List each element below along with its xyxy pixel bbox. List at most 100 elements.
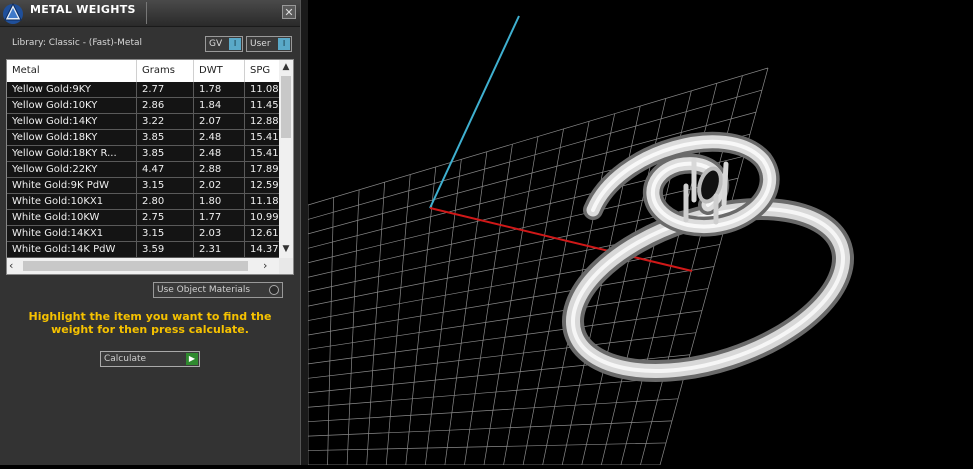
user-toggle[interactable]: User I xyxy=(246,36,292,52)
grid-line xyxy=(503,128,564,466)
close-icon[interactable]: ✕ xyxy=(282,5,296,19)
cell-grams: 3.85 xyxy=(137,130,194,145)
use-object-materials-option[interactable]: Use Object Materials xyxy=(153,282,283,298)
gv-toggle-label: GV xyxy=(209,39,223,49)
vertical-scrollbar[interactable]: ▲ ▼ xyxy=(279,60,293,258)
cell-spg: 15.41 xyxy=(250,132,279,143)
table-row[interactable]: White Gold:14KX1 3.15 2.03 12.61 xyxy=(7,226,279,242)
cell-metal: Yellow Gold:9KY xyxy=(7,82,137,97)
cell-metal: Yellow Gold:18KY R... xyxy=(7,146,137,161)
vertical-scroll-thumb[interactable] xyxy=(281,76,291,138)
cell-dwt: 2.03 xyxy=(194,226,245,241)
cell-grams: 3.15 xyxy=(137,226,194,241)
calculate-button[interactable]: Calculate ▶ xyxy=(100,351,200,367)
column-header-spg[interactable]: SPG xyxy=(245,60,279,82)
cell-dwt: 2.48 xyxy=(194,146,245,161)
grid-line xyxy=(307,420,673,437)
cell-dwt: 1.77 xyxy=(194,210,245,225)
cell-dwt: 2.02 xyxy=(194,178,245,193)
cell-spg: 10.99 xyxy=(250,212,279,223)
column-header-dwt[interactable]: DWT xyxy=(194,60,245,82)
horizontal-scrollbar[interactable]: ‹ › xyxy=(7,258,279,274)
calculate-label: Calculate xyxy=(104,354,147,364)
cell-dwt: 2.48 xyxy=(194,130,245,145)
cell-dwt: 2.88 xyxy=(194,162,245,177)
table-row[interactable]: Yellow Gold:22KY 4.47 2.88 17.89 xyxy=(7,162,279,178)
panel-splitter[interactable] xyxy=(300,0,308,465)
cell-grams: 2.77 xyxy=(137,82,194,97)
cell-metal: White Gold:14KX1 xyxy=(7,226,137,241)
cell-grams: 2.80 xyxy=(137,194,194,209)
table-row[interactable]: Yellow Gold:18KY R... 3.85 2.48 15.41 xyxy=(7,146,279,162)
y-axis-line xyxy=(429,15,520,209)
grid-line xyxy=(307,442,667,451)
title-tab-separator xyxy=(146,2,147,24)
scroll-corner xyxy=(279,258,293,274)
grid-line xyxy=(307,398,679,423)
table-header: Metal Grams DWT SPG xyxy=(7,60,279,82)
cell-dwt: 1.78 xyxy=(194,82,245,97)
scroll-down-icon[interactable]: ▼ xyxy=(279,242,293,256)
toggle-knob-icon: I xyxy=(278,38,290,50)
scroll-right-icon[interactable]: › xyxy=(263,259,275,273)
grid-line xyxy=(307,376,685,408)
cell-metal: White Gold:9K PdW xyxy=(7,178,137,193)
column-header-grams[interactable]: Grams xyxy=(137,60,194,82)
toggle-knob-icon: I xyxy=(229,38,241,50)
play-arrow-icon: ▶ xyxy=(186,353,198,365)
panel-titlebar[interactable]: METAL WEIGHTS ✕ xyxy=(0,0,300,27)
cell-metal: Yellow Gold:18KY xyxy=(7,130,137,145)
horizontal-scroll-thumb[interactable] xyxy=(23,261,248,271)
scroll-left-icon[interactable]: ‹ xyxy=(9,259,21,273)
table-row[interactable]: Yellow Gold:18KY 3.85 2.48 15.41 xyxy=(7,130,279,146)
grid-line xyxy=(307,310,703,365)
use-object-materials-label: Use Object Materials xyxy=(157,285,251,295)
cell-grams: 3.22 xyxy=(137,114,194,129)
cell-dwt: 2.07 xyxy=(194,114,245,129)
scroll-up-icon[interactable]: ▲ xyxy=(279,60,293,74)
user-toggle-label: User xyxy=(250,39,271,49)
cell-metal: White Gold:10KX1 xyxy=(7,194,137,209)
cell-spg: 14.37 xyxy=(250,244,279,255)
panel-title: METAL WEIGHTS xyxy=(30,3,136,16)
table-row[interactable]: White Gold:10KW 2.75 1.77 10.99 xyxy=(7,210,279,226)
grid-line xyxy=(307,266,715,336)
cell-grams: 2.75 xyxy=(137,210,194,225)
library-label: Library: Classic - (Fast)-Metal xyxy=(12,38,143,48)
cell-spg: 11.08 xyxy=(250,84,279,95)
metal-table: Metal Grams DWT SPG Yellow Gold:9KY 2.77 1… xyxy=(6,59,294,275)
gv-toggle[interactable]: GV I xyxy=(205,36,243,52)
cell-spg: 17.89 xyxy=(250,164,279,175)
cell-grams: 2.86 xyxy=(137,98,194,113)
cell-grams: 3.59 xyxy=(137,242,194,257)
cell-metal: Yellow Gold:22KY xyxy=(7,162,137,177)
cell-spg: 12.59 xyxy=(250,180,279,191)
table-row[interactable]: Yellow Gold:10KY 2.86 1.84 11.45 xyxy=(7,98,279,114)
table-row[interactable]: Yellow Gold:9KY 2.77 1.78 11.08 xyxy=(7,82,279,98)
3d-viewport[interactable] xyxy=(307,0,973,466)
cell-grams: 3.85 xyxy=(137,146,194,161)
instructions-text: Highlight the item you want to find the … xyxy=(28,310,272,336)
cell-metal: White Gold:10KW xyxy=(7,210,137,225)
table-row[interactable]: White Gold:10KX1 2.80 1.80 11.18 xyxy=(7,194,279,210)
cell-spg: 11.18 xyxy=(250,196,279,207)
viewport-canvas[interactable] xyxy=(307,0,973,466)
cell-metal: Yellow Gold:10KY xyxy=(7,98,137,113)
cell-spg: 12.61 xyxy=(250,228,279,239)
cell-metal: Yellow Gold:14KY xyxy=(7,114,137,129)
cell-grams: 3.15 xyxy=(137,178,194,193)
grid-line xyxy=(307,288,709,350)
table-row[interactable]: White Gold:14K PdW 3.59 2.31 14.37 xyxy=(7,242,279,258)
ring-model[interactable] xyxy=(553,131,864,402)
radio-icon[interactable] xyxy=(269,285,279,295)
table-body: Yellow Gold:9KY 2.77 1.78 11.08 Yellow Gold:… xyxy=(7,82,279,258)
cell-metal: White Gold:14K PdW xyxy=(7,242,137,257)
cell-dwt: 1.84 xyxy=(194,98,245,113)
cell-dwt: 2.31 xyxy=(194,242,245,257)
table-row[interactable]: White Gold:9K PdW 3.15 2.02 12.59 xyxy=(7,178,279,194)
column-header-metal[interactable]: Metal xyxy=(7,60,137,82)
cell-grams: 4.47 xyxy=(137,162,194,177)
table-row[interactable]: Yellow Gold:14KY 3.22 2.07 12.88 xyxy=(7,114,279,130)
app-logo-icon xyxy=(3,2,23,24)
cell-spg: 11.45 xyxy=(250,100,279,111)
